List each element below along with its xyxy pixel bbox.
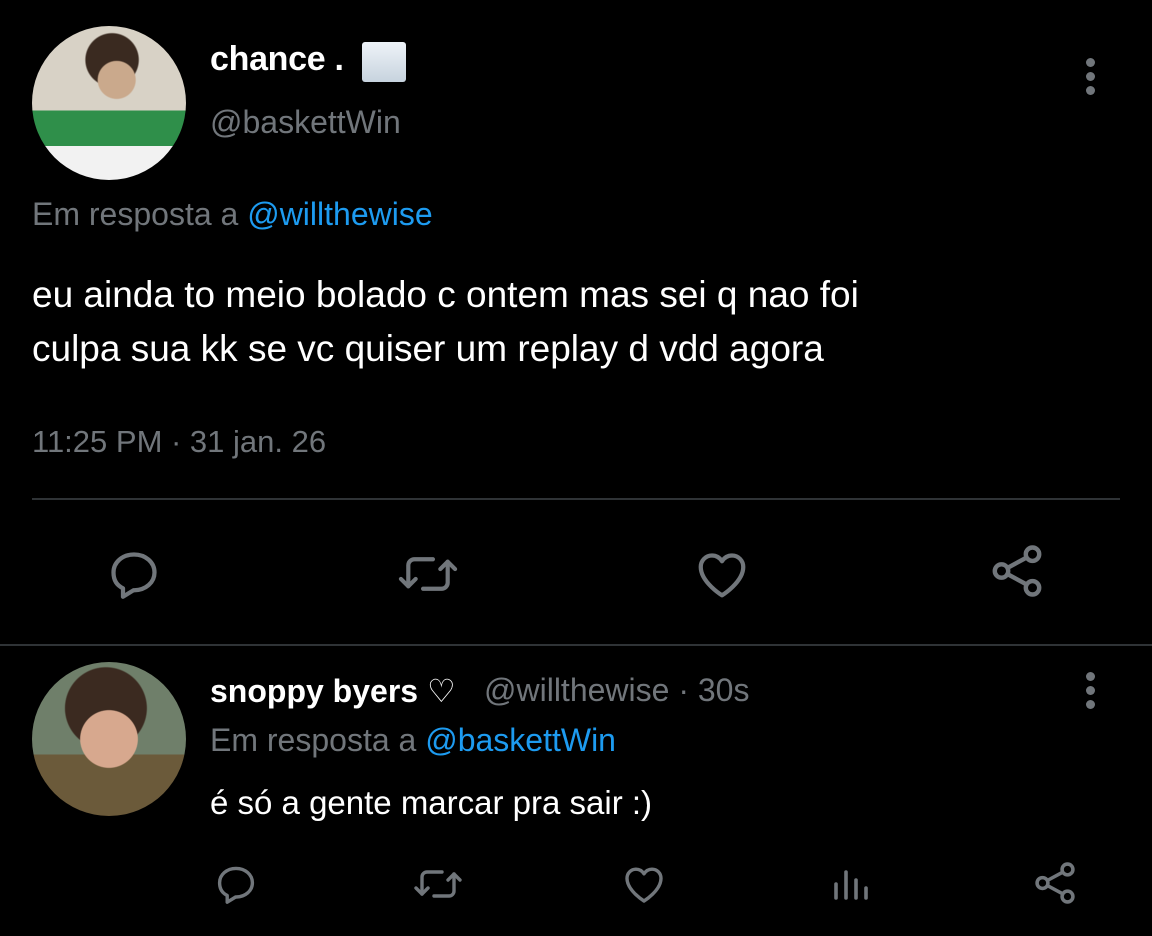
avatar[interactable] xyxy=(32,662,186,816)
user-handle[interactable]: @baskettWin xyxy=(210,104,401,141)
tweet-text: é só a gente marcar pra sair :) xyxy=(210,784,653,821)
replying-to: Em resposta a @willthewise xyxy=(32,196,433,233)
reply-icon xyxy=(111,552,157,599)
divider xyxy=(32,498,1120,500)
retweet-button[interactable] xyxy=(412,860,464,908)
replying-mention-link[interactable]: @willthewise xyxy=(247,196,432,232)
like-button[interactable] xyxy=(620,860,668,908)
tweet-text-line: eu ainda to meio bolado c ontem mas sei … xyxy=(32,274,859,315)
like-icon xyxy=(625,867,663,903)
tweet-text-line: culpa sua kk se vc quiser um replay d vd… xyxy=(32,328,824,369)
tweet-text: eu ainda to meio bolado c ontem mas sei … xyxy=(32,268,1132,376)
share-button[interactable] xyxy=(986,540,1048,602)
more-options-icon[interactable] xyxy=(1080,672,1100,712)
like-button[interactable] xyxy=(692,544,752,604)
reply-button[interactable] xyxy=(212,860,260,908)
more-options-icon[interactable] xyxy=(1080,58,1100,98)
retweet-button[interactable] xyxy=(396,544,460,604)
avatar[interactable] xyxy=(32,26,186,180)
replying-to: Em resposta a @baskettWin xyxy=(210,722,616,759)
reply-button[interactable] xyxy=(104,544,164,604)
user-handle-time[interactable]: @willthewise · 30s xyxy=(484,672,749,709)
retweet-icon xyxy=(398,557,458,591)
analytics-button[interactable] xyxy=(826,860,874,908)
analytics-icon xyxy=(834,870,868,900)
display-name[interactable]: snoppy byers ♡ xyxy=(210,672,456,710)
share-icon xyxy=(1035,862,1075,904)
timestamp[interactable]: 11:25 PM · 31 jan. 26 xyxy=(32,424,326,460)
main-tweet: chance . @baskettWin Em resposta a @will… xyxy=(0,0,1152,646)
divider xyxy=(0,644,1152,646)
replying-prefix: Em resposta a xyxy=(210,722,417,758)
share-icon xyxy=(992,545,1042,597)
replying-mention-link[interactable]: @baskettWin xyxy=(425,722,616,758)
retweet-icon xyxy=(414,870,462,898)
cloud-emoji-icon xyxy=(362,42,406,82)
like-icon xyxy=(698,553,746,598)
reply-icon xyxy=(217,866,255,904)
replying-prefix: Em resposta a xyxy=(32,196,239,232)
display-name[interactable]: chance . xyxy=(210,40,344,79)
share-button[interactable] xyxy=(1030,858,1080,908)
